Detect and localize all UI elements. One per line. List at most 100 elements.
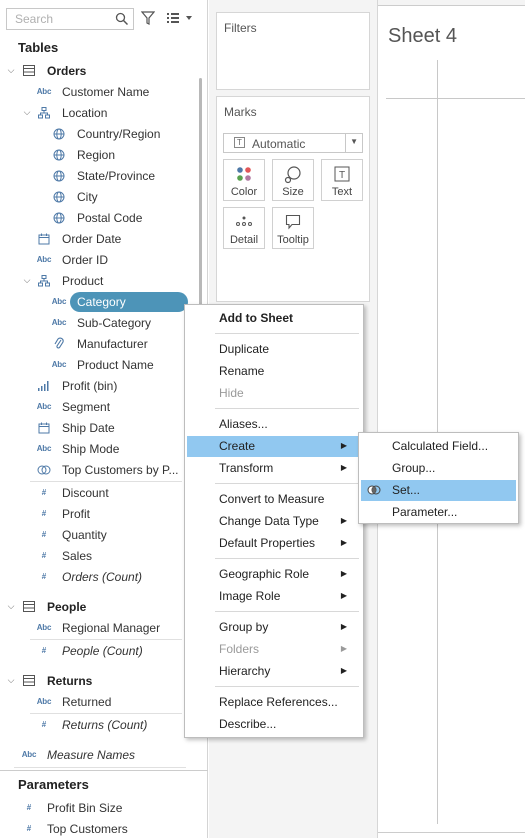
submenu-item-label: Parameter... [392, 505, 458, 519]
field-returned[interactable]: Abc Returned [0, 691, 200, 712]
text-icon: T [322, 166, 362, 184]
size-button[interactable]: Size [272, 159, 314, 201]
menu-item-default-properties[interactable]: Default Properties ▶ [187, 533, 361, 554]
field-order-date[interactable]: Order Date [0, 228, 200, 249]
field-product[interactable]: ⌵ Product [0, 270, 200, 291]
field-segment[interactable]: Abc Segment [0, 396, 200, 417]
tooltip-button[interactable]: Tooltip [272, 207, 314, 249]
field-ship-date[interactable]: Ship Date [0, 417, 200, 438]
field-location[interactable]: ⌵ Location [0, 102, 200, 123]
search-icon[interactable] [115, 12, 129, 29]
chevron-down-icon[interactable]: ⌵ [6, 65, 16, 76]
parameters-heading: Parameters [18, 777, 89, 792]
color-button[interactable]: Color [223, 159, 265, 201]
field-returns-count[interactable]: # Returns (Count) [0, 714, 200, 735]
globe-icon [50, 126, 68, 142]
paperclip-icon [50, 336, 68, 352]
field-label: Profit (bin) [62, 378, 118, 393]
text-button[interactable]: T Text [321, 159, 363, 201]
submenu-arrow-icon: ▶ [340, 516, 347, 525]
detail-button[interactable]: Detail [223, 207, 265, 249]
field-measure-names[interactable]: Abc Measure Names [0, 744, 200, 765]
field-product-name[interactable]: Abc Product Name [0, 354, 200, 375]
chevron-down-icon[interactable]: ⌵ [22, 107, 32, 118]
menu-item-hierarchy[interactable]: Hierarchy ▶ [187, 661, 361, 682]
menu-item-aliases[interactable]: Aliases... [187, 414, 361, 435]
parameter-profit-bin-size[interactable]: # Profit Bin Size [0, 797, 200, 818]
svg-text:T: T [339, 170, 345, 181]
table-returns[interactable]: ⌵ Returns [0, 670, 200, 691]
menu-item-add-to-sheet[interactable]: Add to Sheet [187, 308, 361, 329]
menu-item-rename[interactable]: Rename [187, 361, 361, 382]
field-state-province[interactable]: State/Province [0, 165, 200, 186]
chevron-down-icon[interactable]: ⌵ [6, 675, 16, 686]
field-quantity[interactable]: # Quantity [0, 524, 200, 545]
field-sub-category[interactable]: Abc Sub-Category [0, 312, 200, 333]
field-orders-count[interactable]: # Orders (Count) [0, 566, 200, 587]
submenu-arrow-icon: ▶ [340, 463, 347, 472]
chevron-down-icon[interactable]: ⌵ [22, 275, 32, 286]
menu-item-group-by[interactable]: Group by ▶ [187, 617, 361, 638]
field-label: Discount [62, 485, 109, 500]
view-options-icon[interactable] [166, 12, 194, 27]
field-label: Order Date [62, 231, 122, 246]
color-icon [224, 166, 264, 184]
menu-separator [215, 333, 359, 334]
field-city[interactable]: City [0, 186, 200, 207]
menu-item-change-data-type[interactable]: Change Data Type ▶ [187, 511, 361, 532]
menu-separator [215, 408, 359, 409]
menu-item-replace-references[interactable]: Replace References... [187, 692, 361, 713]
menu-item-label: Describe... [219, 717, 277, 731]
filters-card[interactable]: Filters [216, 12, 370, 90]
table-orders[interactable]: ⌵ Orders [0, 60, 200, 81]
field-label: Orders (Count) [62, 569, 143, 584]
field-profit-bin[interactable]: Profit (bin) [0, 375, 200, 396]
field-region[interactable]: Region [0, 144, 200, 165]
sheet-title[interactable]: Sheet 4 [388, 25, 457, 48]
field-category[interactable]: Abc Category [0, 291, 200, 312]
menu-item-geographic-role[interactable]: Geographic Role ▶ [187, 564, 361, 585]
submenu-item-group[interactable]: Group... [361, 458, 516, 479]
string-type-icon: Abc [21, 750, 37, 759]
field-label: Sub-Category [77, 315, 152, 330]
chevron-down-icon[interactable]: ⌵ [6, 601, 16, 612]
submenu-item-label: Set... [392, 483, 421, 497]
field-regional-manager[interactable]: Abc Regional Manager [0, 617, 200, 638]
field-profit[interactable]: # Profit [0, 503, 200, 524]
menu-item-describe[interactable]: Describe... [187, 714, 361, 735]
field-label: Profit [62, 506, 91, 521]
tooltip-label: Tooltip [277, 234, 309, 246]
submenu-item-calculated-field[interactable]: Calculated Field... [361, 436, 516, 457]
field-ship-mode[interactable]: Abc Ship Mode [0, 438, 200, 459]
search-input[interactable] [7, 9, 107, 29]
submenu-item-parameter[interactable]: Parameter... [361, 502, 516, 523]
menu-item-image-role[interactable]: Image Role ▶ [187, 586, 361, 607]
field-sales[interactable]: # Sales [0, 545, 200, 566]
menu-item-create[interactable]: Create ▶ [187, 436, 361, 457]
field-label: Quantity [62, 527, 107, 542]
field-postal-code[interactable]: Postal Code [0, 207, 200, 228]
view-canvas[interactable]: Sheet 4 [377, 0, 525, 838]
field-customer-name[interactable]: Abc Customer Name [0, 81, 200, 102]
field-top-customers-by-profit[interactable]: Top Customers by P... [0, 459, 200, 480]
dropdown-divider [345, 134, 346, 152]
number-type-icon: # [41, 720, 47, 729]
menu-item-transform[interactable]: Transform ▶ [187, 458, 361, 479]
search-box[interactable] [6, 8, 134, 30]
table-people[interactable]: ⌵ People [0, 596, 200, 617]
parameter-top-customers[interactable]: # Top Customers [0, 818, 200, 838]
field-people-count[interactable]: # People (Count) [0, 640, 200, 661]
table-label: Returns [47, 673, 93, 688]
field-manufacturer[interactable]: Manufacturer [0, 333, 200, 354]
mark-type-dropdown[interactable]: T Automatic ▼ [223, 133, 363, 153]
field-discount[interactable]: # Discount [0, 482, 200, 503]
menu-item-label: Rename [219, 364, 265, 378]
field-country-region[interactable]: Country/Region [0, 123, 200, 144]
field-label: Returns (Count) [62, 717, 148, 732]
menu-item-convert-to-measure[interactable]: Convert to Measure [187, 489, 361, 510]
submenu-item-set[interactable]: Set... [361, 480, 516, 501]
chevron-down-icon[interactable]: ▼ [350, 137, 358, 146]
menu-item-duplicate[interactable]: Duplicate [187, 339, 361, 360]
filter-icon[interactable] [140, 11, 156, 28]
field-order-id[interactable]: Abc Order ID [0, 249, 200, 270]
